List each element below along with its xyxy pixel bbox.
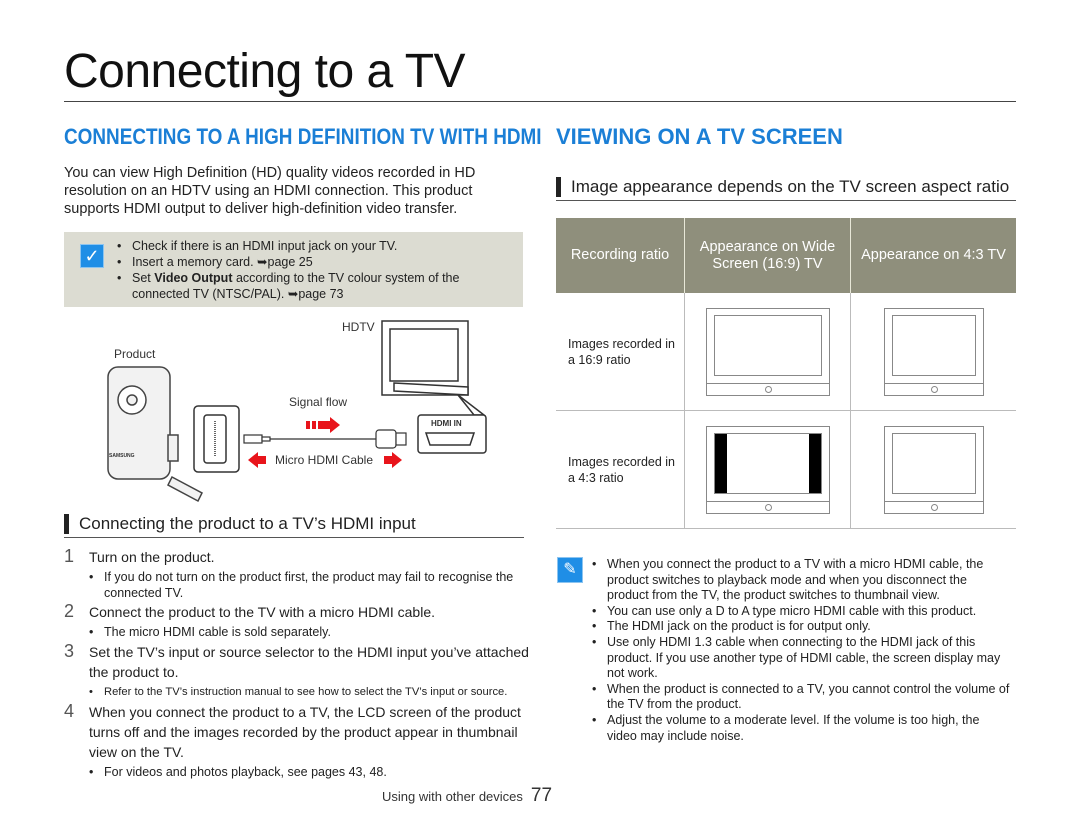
precheck-list: Check if there is an HDMI input jack on … (117, 238, 512, 302)
arrow-right-icon (384, 452, 402, 468)
step-text: Set the TV’s input or source selector to… (89, 644, 529, 680)
column-header: Appearance on 4:3 TV (850, 218, 1016, 293)
cable-label: Micro HDMI Cable (275, 453, 374, 467)
hdmi-in-label: HDMI IN (431, 419, 462, 428)
step-note: The micro HDMI cable is sold separately. (89, 624, 529, 640)
step-note: If you do not turn on the product first,… (89, 569, 529, 601)
step-number: 3 (64, 641, 75, 661)
steps-list: 1 Turn on the product. If you do not turn … (64, 546, 529, 782)
step-note: Refer to the TV’s instruction manual to … (89, 684, 529, 700)
step-text: Connect the product to the TV with a mic… (89, 604, 436, 620)
note-item: Adjust the volume to a moderate level. I… (592, 713, 1012, 744)
signal-flow-label: Signal flow (289, 395, 348, 409)
column-header: Appearance on Wide Screen (16:9) TV (684, 218, 851, 293)
hdtv-label: HDTV (342, 320, 375, 334)
subheading-hdmi-input: Connecting the product to a TV’s HDMI in… (64, 514, 416, 534)
precheck-box: ✓ Check if there is an HDMI input jack o… (64, 232, 523, 307)
subheading-aspect-ratio: Image appearance depends on the TV scree… (556, 177, 1009, 197)
hdmi-cable (243, 429, 407, 449)
step-2: 2 Connect the product to the TV with a mi… (64, 601, 529, 641)
pencil-note-icon: ✎ (557, 557, 583, 583)
notes-list: When you connect the product to a TV wit… (592, 557, 1012, 744)
step-number: 2 (64, 601, 75, 621)
footer-section: Using with other devices (382, 789, 523, 804)
step-number: 1 (64, 546, 75, 566)
arrow-left-icon (248, 452, 266, 468)
signal-flow-arrow (306, 417, 340, 433)
divider (64, 537, 524, 538)
step-text: When you connect the product to a TV, th… (89, 704, 521, 760)
standard-tv-image (883, 307, 984, 396)
checkmark-icon: ✓ (80, 244, 104, 268)
connection-diagram: SAMSUNG HDTV Product Signal flow HDMI IN… (64, 315, 524, 505)
standard-tv-image (883, 425, 984, 514)
widescreen-tv-full-image (705, 307, 830, 396)
divider (556, 200, 1016, 201)
section-heading-viewing: VIEWING ON A TV SCREEN (556, 124, 843, 149)
note-item: When the product is connected to a TV, y… (592, 682, 1012, 713)
note-item: Use only HDMI 1.3 cable when connecting … (592, 635, 1012, 682)
precheck-item: Check if there is an HDMI input jack on … (117, 238, 512, 254)
step-3: 3 Set the TV’s input or source selector t… (64, 641, 529, 700)
page-title: Connecting to a TV (64, 45, 466, 98)
samsung-logo: SAMSUNG (109, 453, 135, 459)
row-label: Images recorded in a 16:9 ratio (556, 293, 685, 411)
aspect-ratio-table: Recording ratio Appearance on Wide Scree… (556, 218, 1016, 529)
step-number: 4 (64, 701, 75, 721)
note-item: When you connect the product to a TV wit… (592, 557, 1012, 604)
hdtv-illustration (381, 320, 469, 396)
precheck-item: Set Video Output according to the TV col… (117, 270, 512, 302)
table-header-row: Recording ratio Appearance on Wide Scree… (556, 218, 1016, 293)
row-label: Images recorded in a 4:3 ratio (556, 410, 685, 529)
menu-term: Video Output (154, 271, 233, 285)
intro-paragraph: You can view High Definition (HD) qualit… (64, 165, 476, 217)
widescreen-tv-pillarbox-image (705, 425, 830, 514)
product-label: Product (114, 347, 156, 361)
step-4: 4 When you connect the product to a TV, t… (64, 701, 529, 780)
micro-hdmi-port-closeup (193, 405, 240, 473)
note-item: You can use only a D to A type micro HDM… (592, 604, 1012, 620)
note-item: The HDMI jack on the product is for outp… (592, 619, 1012, 635)
step-note: For videos and photos playback, see page… (89, 764, 529, 780)
page-footer: Using with other devices 77 (382, 785, 552, 807)
manual-page: Connecting to a TV CONNECTING TO A HIGH … (0, 0, 1080, 825)
page-number: 77 (530, 785, 553, 806)
title-divider (64, 101, 1016, 102)
section-heading-hdmi: CONNECTING TO A HIGH DEFINITION TV WITH … (64, 124, 542, 149)
table-row: Images recorded in a 16:9 ratio (556, 293, 1016, 411)
step-text: Turn on the product. (89, 549, 215, 565)
column-header: Recording ratio (556, 218, 685, 293)
precheck-item: Insert a memory card. ➥page 25 (117, 254, 512, 270)
text: Set (132, 271, 155, 285)
camcorder-illustration (107, 366, 203, 503)
diagram-illustration: SAMSUNG (107, 320, 487, 503)
step-1: 1 Turn on the product. If you do not turn … (64, 546, 529, 601)
table-row: Images recorded in a 4:3 ratio (556, 410, 1016, 529)
